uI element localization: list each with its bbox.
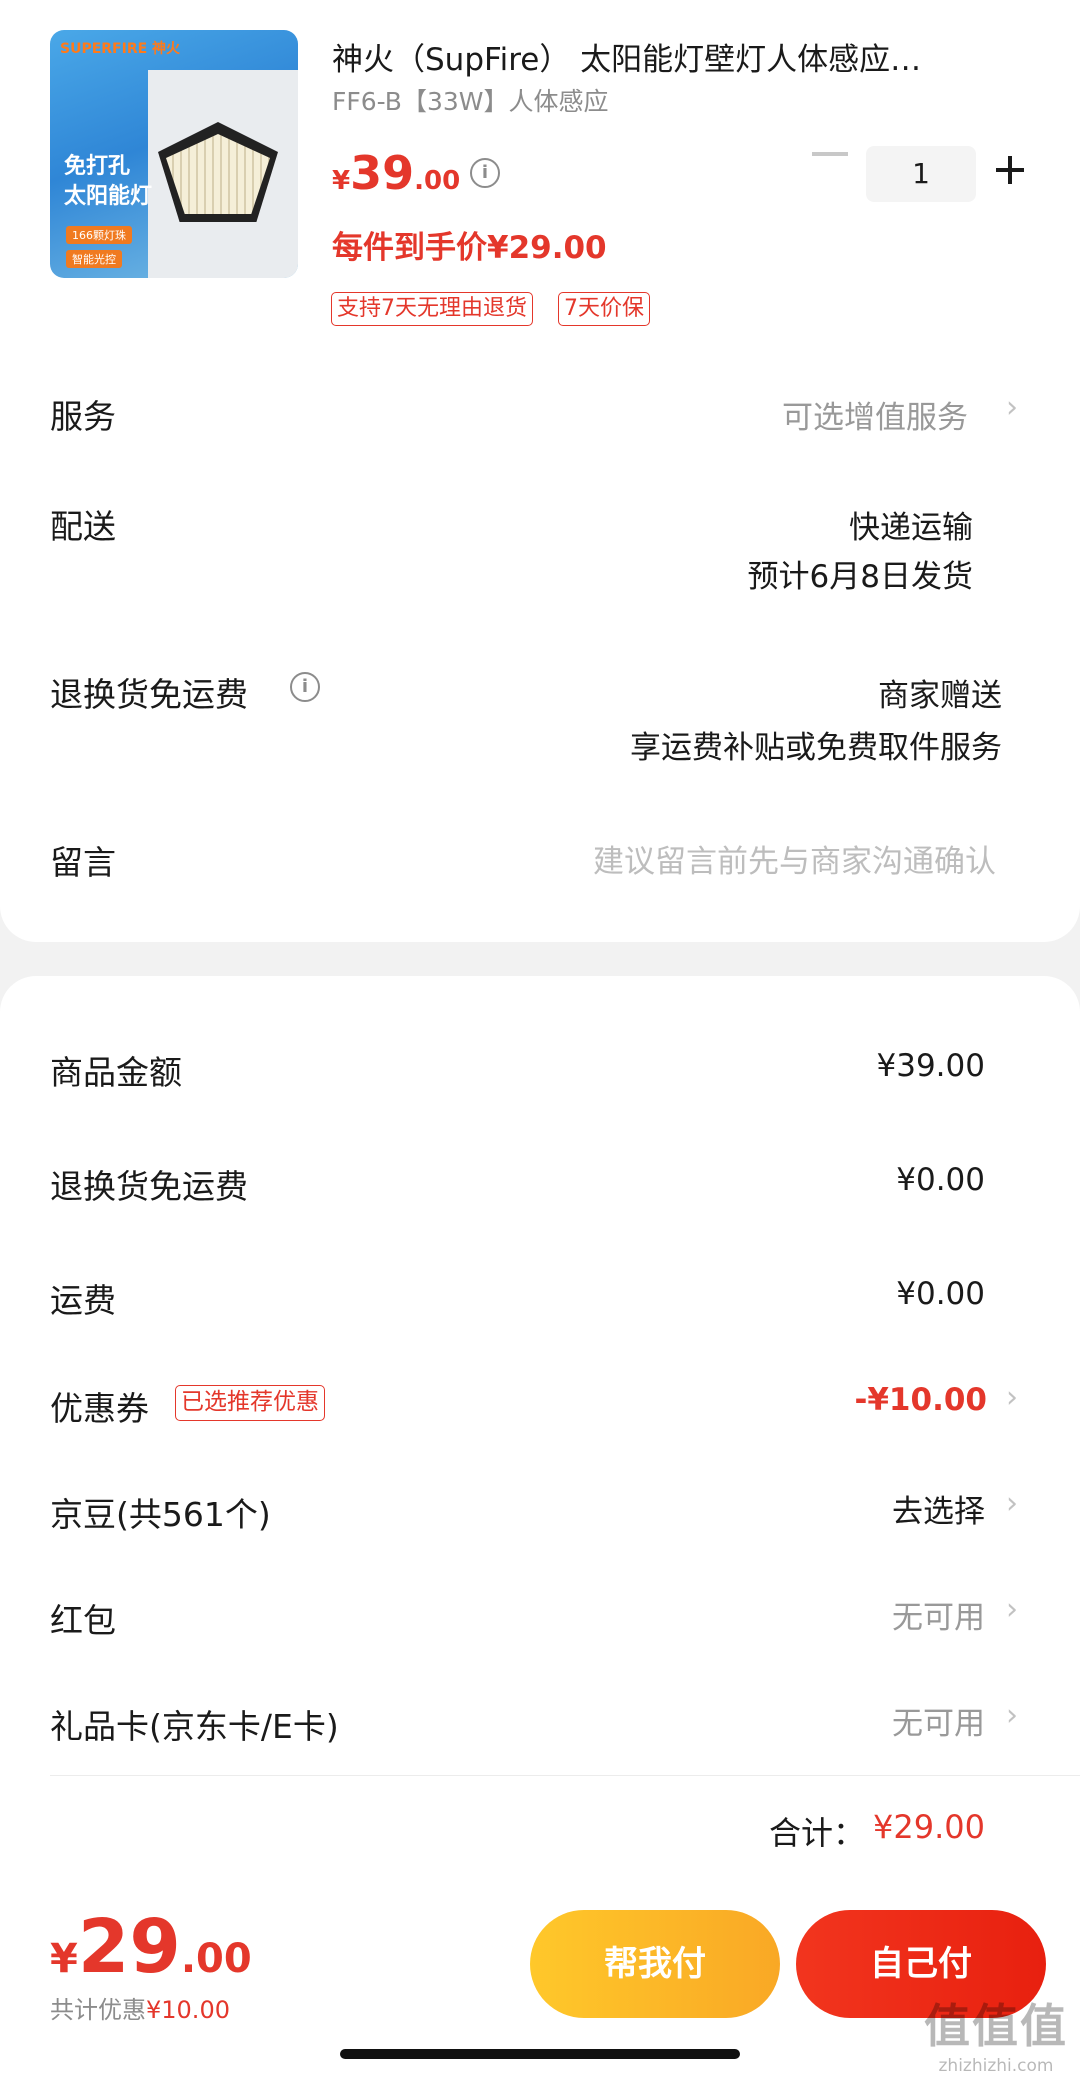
coupon-tag: 已选推荐优惠 (175, 1385, 325, 1421)
per-unit-price: 每件到手价¥29.00 (332, 230, 607, 266)
coupon-label: 优惠券 (50, 1389, 149, 1428)
quantity-plus-button[interactable] (996, 156, 1024, 184)
quantity-minus-button[interactable] (812, 152, 848, 156)
chevron-right-icon[interactable]: › (1006, 1486, 1018, 1521)
jingdou-value[interactable]: 去选择 (892, 1486, 985, 1531)
quantity-input[interactable]: 1 (866, 146, 976, 202)
delivery-date: 预计6月8日发货 (747, 559, 973, 595)
divider (50, 1775, 1080, 1776)
goods-amount-label: 商品金额 (50, 1053, 182, 1092)
chevron-right-icon[interactable]: › (1006, 390, 1018, 425)
thumb-brand: SUPERFIRE 神火 (60, 41, 181, 57)
price-protect-tag: 7天价保 (558, 292, 650, 326)
chevron-right-icon[interactable]: › (1006, 1592, 1018, 1627)
hongbao-label: 红包 (50, 1601, 116, 1640)
return-fee-label: 退换货免运费 (50, 1167, 248, 1206)
bottom-price: ¥29.00 (50, 1904, 252, 1990)
product-image[interactable]: SUPERFIRE 神火 免打孔 太阳能灯 166颗灯珠 智能光控 (50, 30, 298, 278)
return-fee-value: ¥0.00 (896, 1162, 985, 1198)
return-shipping-desc: 享运费补贴或免费取件服务 (630, 730, 1002, 766)
service-value[interactable]: 可选增值服务 (782, 392, 968, 437)
coupon-value[interactable]: -¥10.00 (855, 1382, 988, 1418)
message-label: 留言 (50, 843, 116, 882)
return-shipping-label: 退换货免运费 (50, 675, 248, 714)
chevron-right-icon[interactable]: › (1006, 1380, 1018, 1415)
service-label: 服务 (50, 397, 116, 436)
return-shipping-value: 商家赠送 (878, 678, 1002, 714)
product-spec[interactable]: FF6-B【33W】人体感应 (332, 82, 608, 118)
total-discount: 共计优惠¥10.00 (50, 1996, 230, 2024)
product-price: ¥39.00 (332, 146, 461, 200)
total-value: ¥29.00 (873, 1808, 985, 1846)
product-title[interactable]: 神火（SupFire） 太阳能灯壁灯人体感应… (332, 34, 1022, 79)
price-summary-card (0, 976, 1080, 1896)
return-policy-tag: 支持7天无理由退货 (331, 292, 533, 326)
shipping-label: 运费 (50, 1281, 116, 1320)
hongbao-value[interactable]: 无可用 (892, 1592, 985, 1637)
thumb-chip: 智能光控 (66, 250, 122, 268)
delivery-method[interactable]: 快递运输 (849, 502, 973, 547)
giftcard-value[interactable]: 无可用 (892, 1698, 985, 1743)
info-icon[interactable]: i (290, 672, 320, 702)
total-label: 合计： (768, 1814, 865, 1852)
home-indicator[interactable] (340, 2049, 740, 2059)
thumb-chip: 166颗灯珠 (66, 226, 132, 244)
giftcard-label: 礼品卡(京东卡/E卡) (50, 1707, 339, 1746)
thumb-headline: 免打孔 太阳能灯 (64, 154, 153, 209)
help-pay-button[interactable]: 帮我付 (530, 1910, 780, 2018)
chevron-right-icon[interactable]: › (1006, 1698, 1018, 1733)
message-input[interactable]: 建议留言前先与商家沟通确认 (593, 836, 996, 881)
shipping-value: ¥0.00 (896, 1276, 985, 1312)
watermark: 值值值 zhizhizhi.com (924, 1999, 1068, 2076)
goods-amount-value: ¥39.00 (876, 1048, 985, 1084)
price-info-icon[interactable]: i (470, 158, 500, 188)
jingdou-label: 京豆(共561个) (50, 1495, 271, 1534)
delivery-label: 配送 (50, 507, 116, 546)
